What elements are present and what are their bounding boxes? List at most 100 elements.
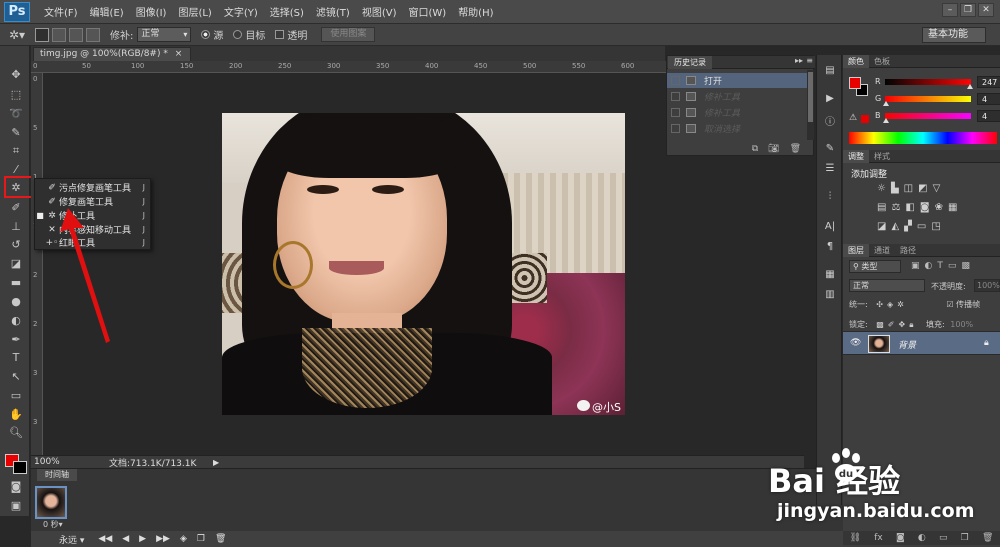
layer-background[interactable]: 👁︎ 背景 🔒︎ <box>843 331 1000 355</box>
clone-stamp-tool-icon[interactable]: ⊥ <box>7 218 25 234</box>
tab-paths[interactable]: 路径 <box>895 244 921 257</box>
brush-tool-icon[interactable]: ✐ <box>7 199 25 215</box>
gradient-tool-icon[interactable]: ▬ <box>7 274 25 290</box>
blend-mode-select[interactable]: 正常 <box>849 279 925 292</box>
eyedropper-tool-icon[interactable]: ⁄ <box>7 161 25 177</box>
restore-icon[interactable]: ❐ <box>960 3 976 17</box>
curves-icon[interactable]: ◫ <box>904 183 913 194</box>
add-mask-icon[interactable]: ◙ <box>896 533 905 543</box>
document-photo[interactable]: @小S <box>222 113 625 415</box>
threshold-icon[interactable]: ▞ <box>904 221 912 232</box>
patch-mode-select[interactable]: 正常 <box>137 27 192 42</box>
unify-icons[interactable]: ✣◈✲ <box>876 300 908 309</box>
menu-edit[interactable]: 编辑(E) <box>84 4 130 19</box>
quick-mask-icon[interactable]: ◙ <box>7 478 25 494</box>
play-icon[interactable]: ▶ <box>139 534 146 544</box>
photo-filter-icon[interactable]: ◙ <box>920 202 930 213</box>
snapshot-icon[interactable]: 📷︎ <box>768 144 779 154</box>
clone-source-icon[interactable]: ▥ <box>822 289 838 303</box>
use-pattern-button[interactable]: 使用图案 <box>321 27 376 42</box>
color-lookup-icon[interactable]: ▦ <box>948 202 957 213</box>
frame-delay[interactable]: 0 秒▾ <box>43 519 63 530</box>
opacity-input[interactable]: 100% <box>974 279 1000 292</box>
dodge-tool-icon[interactable]: ◐ <box>7 312 25 328</box>
delete-layer-icon[interactable]: 🗑︎ <box>982 533 993 543</box>
patch-tool-preset-icon[interactable]: ✲▾ <box>2 26 32 44</box>
menu-layer[interactable]: 图层(L) <box>172 4 217 19</box>
new-selection-icon[interactable] <box>35 27 49 42</box>
eraser-tool-icon[interactable]: ◪ <box>7 255 25 271</box>
workspace-select[interactable]: 基本功能 <box>922 27 986 43</box>
link-layers-icon[interactable]: ⛓ <box>850 533 861 543</box>
history-tab[interactable]: 历史记录 <box>668 56 712 69</box>
vibrance-icon[interactable]: ▽ <box>933 183 941 194</box>
tab-channels[interactable]: 通道 <box>869 244 895 257</box>
brush-panel-icon[interactable]: ✎ <box>822 143 838 157</box>
delete-state-icon[interactable]: 🗑︎ <box>790 144 801 154</box>
blue-slider[interactable]: B 4 <box>873 110 1000 124</box>
tween-icon[interactable]: ◈ <box>180 534 187 544</box>
first-frame-icon[interactable]: ◀◀ <box>98 534 112 544</box>
layer-name[interactable]: 背景 <box>898 338 916 351</box>
layer-style-icon[interactable]: fx <box>874 533 883 543</box>
color-panel-foreground-swatch[interactable] <box>849 77 861 89</box>
new-group-icon[interactable]: ▭ <box>939 533 948 543</box>
delete-frame-icon[interactable]: 🗑︎ <box>215 534 226 544</box>
pen-tool-icon[interactable]: ✒ <box>7 331 25 347</box>
history-item-patch-1[interactable]: 修补工具 <box>667 89 807 104</box>
intersect-selection-icon[interactable] <box>86 27 100 42</box>
menu-image[interactable]: 图像(I) <box>130 4 173 19</box>
flyout-spot-healing-brush[interactable]: ✐ 污点修复画笔工具 J <box>35 181 152 195</box>
fill-input[interactable]: 100% <box>950 320 973 329</box>
blue-value-input[interactable]: 4 <box>977 110 1000 122</box>
menu-type[interactable]: 文字(Y) <box>218 4 264 19</box>
timeline-tab[interactable]: 时间轴 <box>37 469 77 481</box>
notes-panel-icon[interactable]: ▦ <box>822 269 838 283</box>
red-value-input[interactable]: 247 <box>977 76 1000 88</box>
red-slider[interactable]: R 247 <box>873 76 1000 90</box>
history-item-patch-2[interactable]: 修补工具 <box>667 105 807 120</box>
posterize-icon[interactable]: ◭ <box>891 221 899 232</box>
invert-icon[interactable]: ◪ <box>877 221 886 232</box>
properties-icon[interactable]: ⫶ <box>822 191 838 205</box>
menu-file[interactable]: 文件(F) <box>38 4 84 19</box>
menu-help[interactable]: 帮助(H) <box>452 4 499 19</box>
tool-presets-icon[interactable]: ☰ <box>822 163 838 177</box>
new-document-from-state-icon[interactable]: ⧉ <box>752 144 758 154</box>
tab-swatches[interactable]: 色板 <box>869 55 895 68</box>
color-spectrum[interactable] <box>849 132 997 144</box>
hue-saturation-icon[interactable]: ▤ <box>877 202 886 213</box>
healing-tool-icon[interactable]: ✲ <box>7 179 25 195</box>
zoom-tool-icon[interactable]: 🔍︎ <box>7 424 25 440</box>
levels-icon[interactable]: ▙ <box>891 183 899 194</box>
next-frame-icon[interactable]: ▶▶ <box>156 534 170 544</box>
history-item-deselect[interactable]: 取消选择 <box>667 121 807 136</box>
subtract-selection-icon[interactable] <box>69 27 83 42</box>
new-layer-icon[interactable]: ❐ <box>961 533 969 543</box>
hand-tool-icon[interactable]: ✋ <box>7 406 25 422</box>
screen-mode-icon[interactable]: ▣ <box>7 497 25 513</box>
loop-select[interactable]: 永远 ▾ <box>59 533 84 546</box>
tab-color[interactable]: 颜色 <box>843 55 869 68</box>
zoom-level[interactable]: 100% <box>34 457 94 467</box>
selective-color-icon[interactable]: ◳ <box>931 221 940 232</box>
lock-icons[interactable]: ▩✐✥🔒︎ <box>876 320 917 329</box>
gamut-warning-icon[interactable]: ⚠ <box>849 113 857 123</box>
info-panel-icon[interactable]: ⓘ <box>822 113 838 128</box>
source-radio[interactable] <box>201 30 211 39</box>
animation-frame-1[interactable] <box>35 486 67 519</box>
character-panel-icon[interactable]: A| <box>822 221 838 235</box>
shape-tool-icon[interactable]: ▭ <box>7 387 25 403</box>
path-select-tool-icon[interactable]: ↖ <box>7 368 25 384</box>
add-selection-icon[interactable] <box>52 27 66 42</box>
color-balance-icon[interactable]: ⚖ <box>891 202 900 213</box>
history-item-open[interactable]: 打开 <box>667 73 807 88</box>
layer-filter-icons[interactable]: ▣◐T▭▩ <box>911 261 975 271</box>
menu-view[interactable]: 视图(V) <box>356 4 403 19</box>
brightness-icon[interactable]: ☼ <box>877 183 886 194</box>
new-adjustment-icon[interactable]: ◐ <box>918 533 926 543</box>
prev-frame-icon[interactable]: ◀ <box>122 534 129 544</box>
panel-collapse-icon[interactable]: ▸▸ <box>795 56 803 65</box>
marquee-tool-icon[interactable]: ⬚ <box>7 86 25 102</box>
channel-mixer-icon[interactable]: ❀ <box>935 202 943 213</box>
